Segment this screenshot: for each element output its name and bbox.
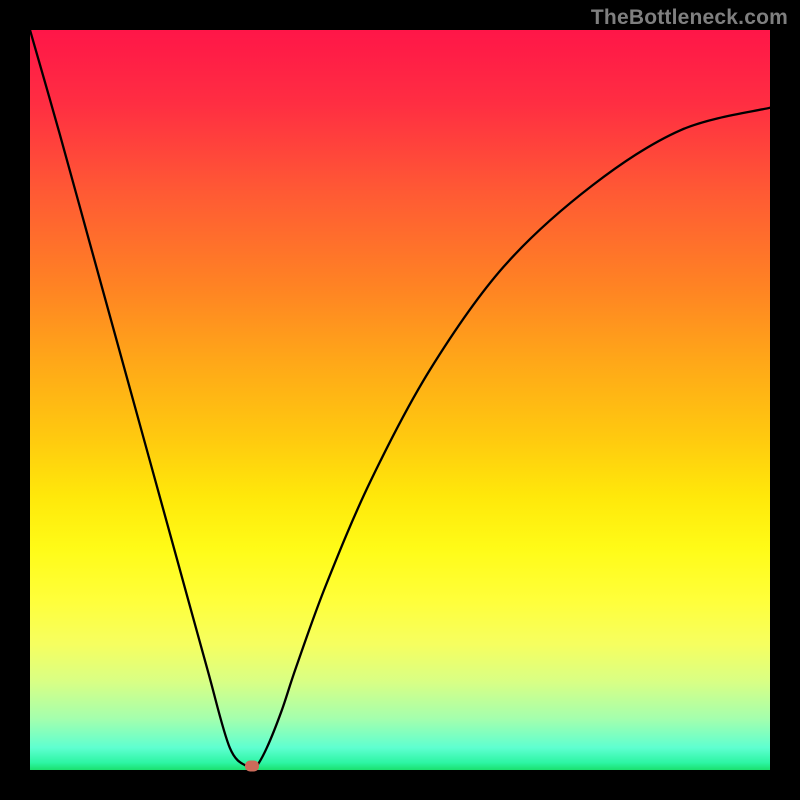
chart-frame: TheBottleneck.com	[0, 0, 800, 800]
bottleneck-curve	[30, 30, 770, 769]
optimal-point-marker	[245, 761, 259, 772]
curve-svg	[30, 30, 770, 770]
plot-area	[30, 30, 770, 770]
watermark: TheBottleneck.com	[591, 6, 788, 30]
